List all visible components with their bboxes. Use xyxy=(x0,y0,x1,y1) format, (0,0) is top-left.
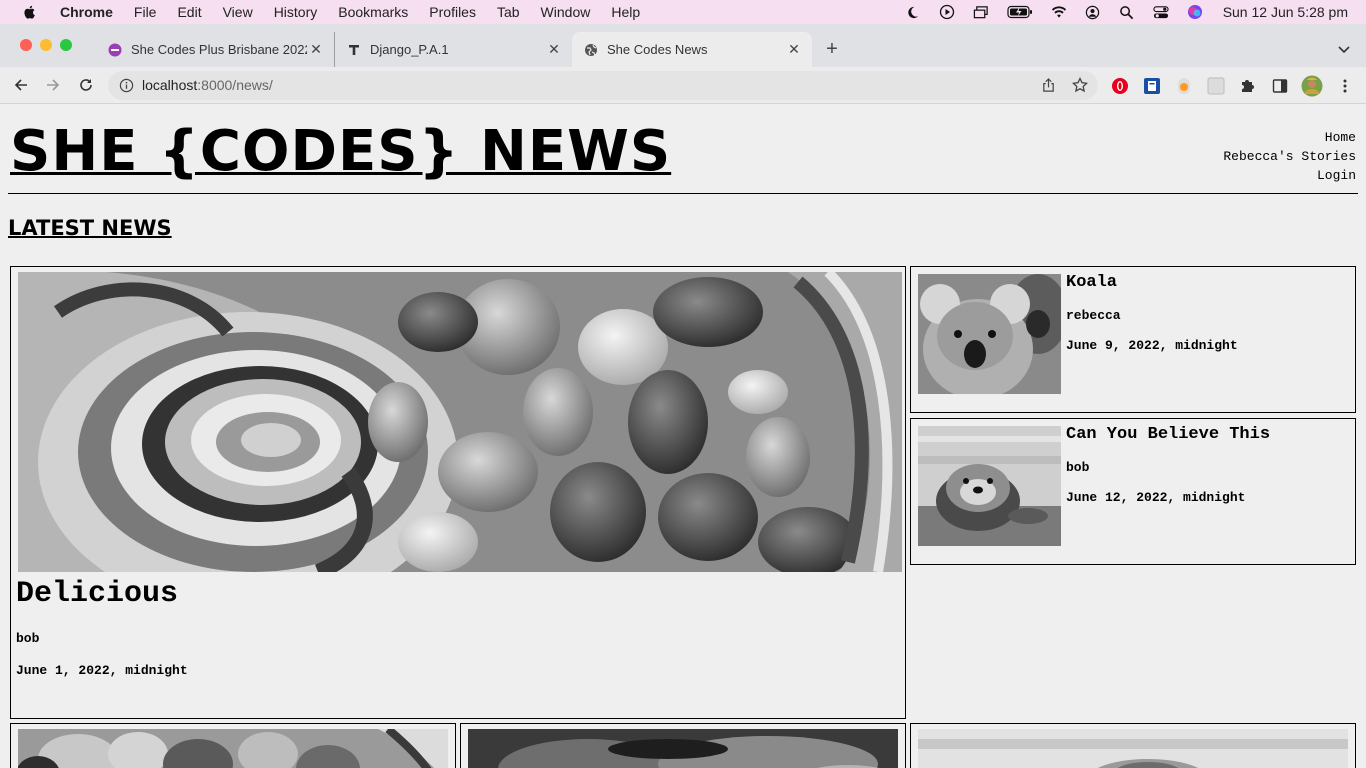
featured-story-image[interactable] xyxy=(18,272,902,572)
menu-history[interactable]: History xyxy=(274,4,318,20)
nav-my-stories-link[interactable]: Rebecca's Stories xyxy=(1223,147,1356,166)
tab-label: She Codes News xyxy=(607,42,708,57)
menu-edit[interactable]: Edit xyxy=(177,4,201,20)
honey-extension-icon[interactable] xyxy=(1175,77,1193,95)
siri-icon[interactable] xyxy=(1187,4,1203,20)
story-date: June 9, 2022, midnight xyxy=(1066,338,1238,353)
story-image[interactable] xyxy=(468,729,898,768)
menu-tab[interactable]: Tab xyxy=(497,4,520,20)
story-image[interactable] xyxy=(918,274,1061,394)
story-card[interactable]: Koala rebecca June 9, 2022, midnight xyxy=(910,266,1356,413)
header-divider xyxy=(8,193,1358,194)
story-image[interactable] xyxy=(918,426,1061,546)
bookmark-star-icon[interactable] xyxy=(1071,76,1089,93)
story-author: bob xyxy=(1066,460,1090,475)
close-tab-icon[interactable]: ✕ xyxy=(786,41,802,57)
macos-menu-bar: Chrome File Edit View History Bookmarks … xyxy=(0,0,1366,24)
screens-icon[interactable] xyxy=(973,4,989,20)
story-author: rebecca xyxy=(1066,308,1121,323)
play-icon[interactable] xyxy=(939,4,955,20)
story-date: June 12, 2022, midnight xyxy=(1066,490,1246,505)
zoom-window-button[interactable] xyxy=(60,39,72,51)
chrome-menu-icon[interactable] xyxy=(1336,77,1354,95)
nav-login-link[interactable]: Login xyxy=(1223,166,1356,185)
featured-story-author: bob xyxy=(16,631,40,646)
tab-search-chevron-icon[interactable] xyxy=(1336,41,1352,57)
featured-story-title[interactable]: Delicious xyxy=(16,577,178,611)
page-viewport: SHE {CODES} NEWS Home Rebecca's Stories … xyxy=(0,104,1366,768)
moon-icon[interactable] xyxy=(905,4,921,20)
blank-extension-icon[interactable] xyxy=(1207,77,1225,95)
story-card[interactable] xyxy=(910,723,1356,768)
forward-button[interactable] xyxy=(44,76,62,94)
tab-label: She Codes Plus Brisbane 2022 xyxy=(131,42,307,57)
story-image[interactable] xyxy=(918,729,1348,768)
close-window-button[interactable] xyxy=(20,39,32,51)
user-account-icon[interactable] xyxy=(1085,4,1101,20)
url-text[interactable]: localhost:8000/news/ xyxy=(142,77,273,93)
story-title[interactable]: Koala xyxy=(1066,273,1117,292)
site-title-link[interactable]: SHE {CODES} NEWS xyxy=(10,119,671,184)
apple-icon[interactable] xyxy=(22,4,38,20)
story-card[interactable] xyxy=(460,723,906,768)
story-image[interactable] xyxy=(18,729,448,768)
side-panel-icon[interactable] xyxy=(1271,77,1289,95)
back-button[interactable] xyxy=(12,76,30,94)
menu-bookmarks[interactable]: Bookmarks xyxy=(338,4,408,20)
spotlight-search-icon[interactable] xyxy=(1119,4,1135,20)
url-host: localhost xyxy=(142,77,198,93)
site-nav: Home Rebecca's Stories Login xyxy=(1223,128,1356,185)
tab-she-codes-plus[interactable]: She Codes Plus Brisbane 2022 ✕ xyxy=(96,32,334,67)
profile-avatar[interactable] xyxy=(1301,75,1323,97)
browser-toolbar: localhost:8000/news/ xyxy=(0,67,1366,104)
menu-view[interactable]: View xyxy=(223,4,253,20)
wifi-icon[interactable] xyxy=(1051,4,1067,20)
minimize-window-button[interactable] xyxy=(40,39,52,51)
menubar-clock[interactable]: Sun 12 Jun 5:28 pm xyxy=(1223,4,1348,20)
story-title[interactable]: Can You Believe This xyxy=(1066,425,1270,444)
battery-icon[interactable] xyxy=(1007,4,1033,20)
menu-profiles[interactable]: Profiles xyxy=(429,4,476,20)
tab-django[interactable]: Django_P.A.1 ✕ xyxy=(334,32,572,67)
document-favicon-icon xyxy=(347,43,361,57)
site-info-icon[interactable] xyxy=(119,78,134,93)
url-path: :8000/news/ xyxy=(197,77,273,93)
menu-file[interactable]: File xyxy=(134,4,157,20)
share-icon[interactable] xyxy=(1041,78,1056,93)
section-title: LATEST NEWS xyxy=(8,216,172,240)
tab-label: Django_P.A.1 xyxy=(370,42,449,57)
close-tab-icon[interactable]: ✕ xyxy=(308,41,324,57)
control-center-icon[interactable] xyxy=(1153,4,1169,20)
globe-icon xyxy=(584,43,598,57)
address-bar[interactable]: localhost:8000/news/ xyxy=(108,71,1098,100)
tab-she-codes-news[interactable]: She Codes News ✕ xyxy=(572,32,812,67)
menu-window[interactable]: Window xyxy=(541,4,591,20)
story-card[interactable] xyxy=(10,723,456,768)
extensions-puzzle-icon[interactable] xyxy=(1239,77,1257,95)
reader-extension-icon[interactable] xyxy=(1143,77,1161,95)
story-card[interactable]: Can You Believe This bob June 12, 2022, … xyxy=(910,418,1356,565)
reload-button[interactable] xyxy=(77,76,95,94)
new-tab-button[interactable]: + xyxy=(822,39,842,60)
close-tab-icon[interactable]: ✕ xyxy=(546,41,562,57)
menu-help[interactable]: Help xyxy=(611,4,640,20)
opera-extension-icon[interactable] xyxy=(1111,77,1129,95)
browser-tab-strip: She Codes Plus Brisbane 2022 ✕ Django_P.… xyxy=(0,24,1366,67)
featured-story-card[interactable]: Delicious bob June 1, 2022, midnight xyxy=(10,266,906,719)
menu-chrome[interactable]: Chrome xyxy=(60,4,113,20)
featured-story-date: June 1, 2022, midnight xyxy=(16,663,188,678)
shecodes-favicon-icon xyxy=(108,43,122,57)
nav-home-link[interactable]: Home xyxy=(1223,128,1356,147)
window-controls xyxy=(20,39,72,51)
